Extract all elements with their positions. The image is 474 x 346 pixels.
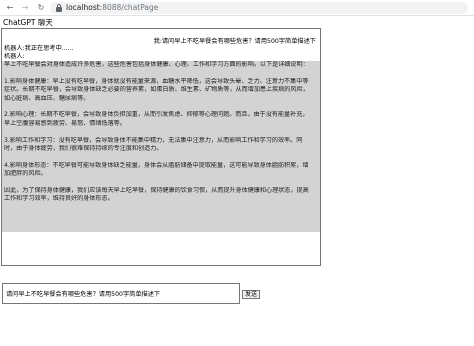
reply-line: 如心脏病、高血压、糖尿病等。: [4, 94, 90, 102]
reply-line: [4, 128, 318, 136]
bot-label: 机器人:: [4, 53, 25, 60]
user-message: 我:请问早上不吃早餐会有哪些危害？请用500字简单描述下: [153, 38, 316, 45]
browser-address-bar: ← → ↻ localhost:8088/chatPage: [0, 0, 474, 16]
reply-line: [4, 103, 318, 111]
reply-line: 早上不吃早餐会对身体造成许多危害，这些危害包括身体健康、心理、工作和学习方面的影…: [4, 61, 309, 68]
reply-line: 时，由于身体疲劳，我们很难保持持续的专注度和创造力。: [4, 145, 163, 153]
reply-line: 症状。长期不吃早餐，会导致身体缺乏必要的营养素，如蛋白质、维生素、矿物质等，从而…: [4, 86, 309, 94]
reply-line: [4, 179, 318, 187]
url-omnibox[interactable]: localhost:8088/chatPage: [50, 2, 468, 14]
bot-thinking-status: 机器人:我正在思考中......: [4, 45, 74, 52]
url-text[interactable]: localhost:8088/chatPage: [66, 2, 158, 14]
reply-line: 1.影响身体健康：早上没有吃早餐，身体就没有能量来源，血糖水平降低，这会导致头晕…: [4, 77, 309, 85]
reply-line: 因此，为了保持身体健康，我们应该每天早上吃早餐，保持健康的饮食习惯，从而提升身体…: [4, 187, 309, 195]
send-button[interactable]: 发送: [242, 290, 260, 299]
forward-arrow-icon[interactable]: →: [20, 2, 30, 13]
url-path: :8088/chatPage: [99, 3, 159, 12]
back-arrow-icon[interactable]: ←: [5, 2, 15, 13]
reply-line: 加肥胖的风险。: [4, 170, 47, 178]
chat-log-box[interactable]: 我:请问早上不吃早餐会有哪些危害？请用500字简单描述下 机器人:我正在思考中.…: [1, 28, 321, 266]
reply-line: 2.影响心理：长期不吃早餐，会导致身体负担加重，从而引发焦虑、抑郁等心理问题。而…: [4, 111, 309, 119]
reload-icon[interactable]: ↻: [36, 2, 46, 13]
bot-reply-block: 早上不吃早餐会对身体造成许多危害，这些危害包括身体健康、心理、工作和学习方面的影…: [2, 61, 320, 232]
reply-line: [4, 153, 318, 161]
url-host: localhost: [66, 3, 100, 12]
reply-line: 3.影响工作和学习：没有吃早餐，会导致身体不能集中精力，无法集中注意力，从而影响…: [4, 136, 303, 144]
reply-line: [4, 69, 318, 77]
message-input[interactable]: [2, 283, 240, 304]
lock-icon: [56, 4, 62, 12]
reply-line: 4.影响身体形态：不吃早餐可能导致身体缺乏能量，身体会从脂肪储备中提取能量，这可…: [4, 161, 309, 169]
reply-line: 早上空腹容易感到疲劳、易怒、情绪低落等。: [4, 119, 126, 127]
reply-line: 工作和学习效率，维持良好的身体形态。: [4, 195, 114, 203]
page-title: ChatGPT 聊天: [3, 18, 53, 27]
